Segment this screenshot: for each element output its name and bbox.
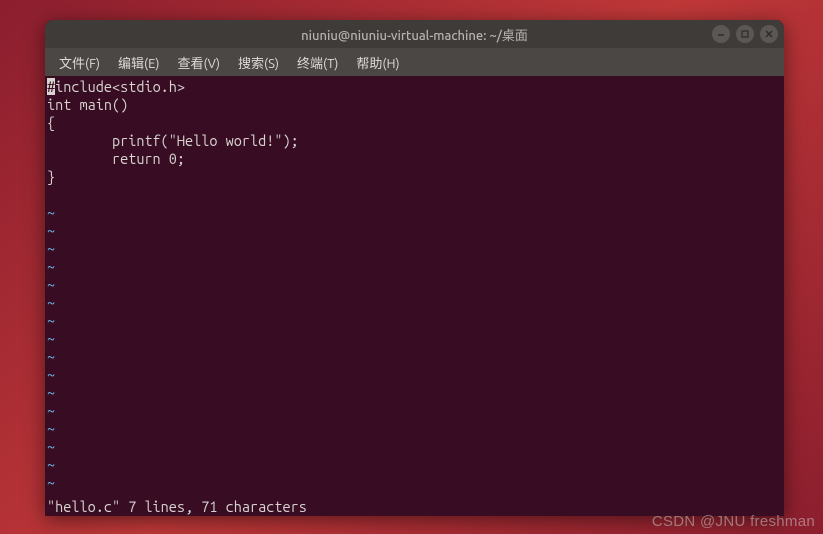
code-text: include<stdio.h> <box>55 78 185 95</box>
tilde-line: ~ <box>47 330 782 348</box>
tilde-line: ~ <box>47 420 782 438</box>
maximize-button[interactable] <box>736 25 754 43</box>
menu-help[interactable]: 帮助(H) <box>348 49 407 76</box>
tilde-line: ~ <box>47 438 782 456</box>
tilde-line: ~ <box>47 474 782 492</box>
code-line: { <box>47 114 782 132</box>
maximize-icon <box>740 29 750 39</box>
tilde-line: ~ <box>47 402 782 420</box>
tilde-line: ~ <box>47 294 782 312</box>
tilde-line: ~ <box>47 312 782 330</box>
tilde-line: ~ <box>47 384 782 402</box>
code-line: #include<stdio.h> <box>47 78 782 96</box>
code-line: int main() <box>47 96 782 114</box>
close-button[interactable] <box>760 25 778 43</box>
menu-view[interactable]: 查看(V) <box>170 49 228 76</box>
menubar: 文件(F) 编辑(E) 查看(V) 搜索(S) 终端(T) 帮助(H) <box>45 48 784 76</box>
menu-edit[interactable]: 编辑(E) <box>110 49 167 76</box>
cursor: # <box>47 78 55 95</box>
tilde-line: ~ <box>47 276 782 294</box>
code-line: return 0; <box>47 150 782 168</box>
minimize-button[interactable] <box>712 25 730 43</box>
menu-file[interactable]: 文件(F) <box>51 49 108 76</box>
tilde-line: ~ <box>47 366 782 384</box>
vim-status-line: "hello.c" 7 lines, 71 characters <box>47 498 307 516</box>
close-icon <box>764 29 774 39</box>
code-line: printf("Hello world!"); <box>47 132 782 150</box>
terminal-window: niuniu@niuniu-virtual-machine: ~/桌面 文件(F… <box>45 20 784 516</box>
menu-terminal[interactable]: 终端(T) <box>289 49 346 76</box>
terminal-content[interactable]: #include<stdio.h> int main() { printf("H… <box>45 76 784 516</box>
code-line: } <box>47 168 782 186</box>
minimize-icon <box>716 29 726 39</box>
tilde-line: ~ <box>47 240 782 258</box>
tilde-line: ~ <box>47 222 782 240</box>
window-controls <box>712 25 778 43</box>
tilde-line: ~ <box>47 258 782 276</box>
tilde-line: ~ <box>47 456 782 474</box>
menu-search[interactable]: 搜索(S) <box>230 49 287 76</box>
tilde-line: ~ <box>47 348 782 366</box>
window-title: niuniu@niuniu-virtual-machine: ~/桌面 <box>301 25 528 44</box>
tilde-line: ~ <box>47 204 782 222</box>
code-line <box>47 186 782 204</box>
titlebar[interactable]: niuniu@niuniu-virtual-machine: ~/桌面 <box>45 20 784 48</box>
watermark: CSDN @JNU freshman <box>652 513 815 530</box>
